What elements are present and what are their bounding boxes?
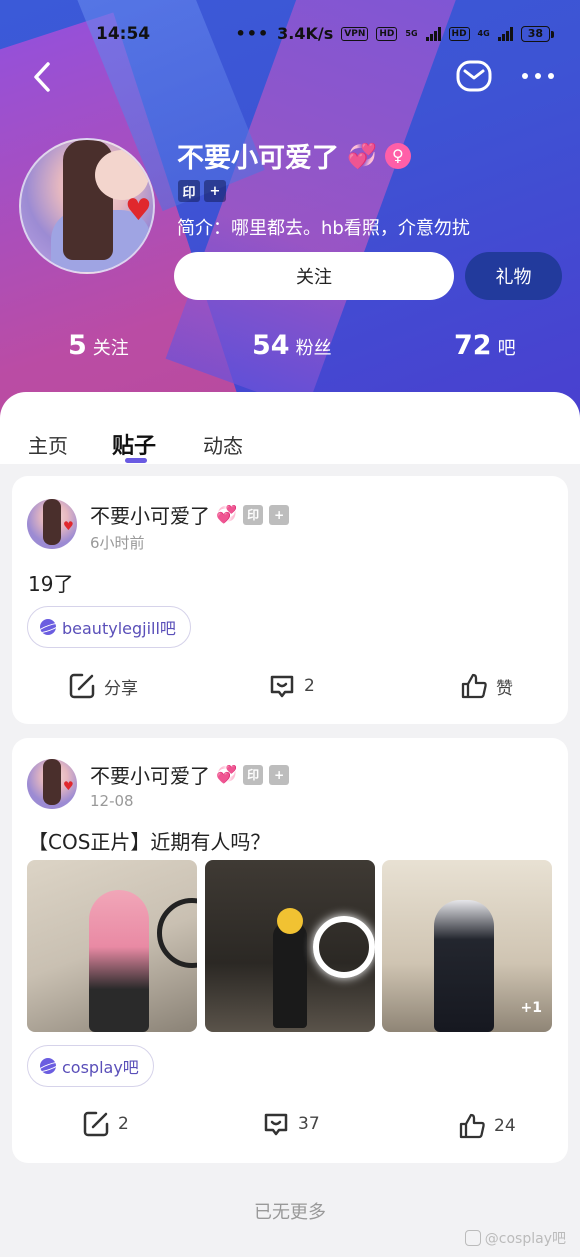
back-arrow-icon[interactable]: [30, 60, 60, 94]
profile-avatar[interactable]: ♥: [19, 138, 155, 274]
following-stat[interactable]: 5 关注: [68, 330, 129, 361]
post-card[interactable]: ♥ 不要小可爱了 💞 印 + 12-08 【COS正片】近期有人吗？ +1 co…: [12, 738, 568, 1163]
status-bar: 14:54 ••• 3.4K/s VPN HD 5G HD 4G 38: [0, 20, 580, 50]
tieba-stat[interactable]: 72 吧: [454, 330, 516, 361]
watermark: @cosplay吧: [464, 1228, 566, 1248]
watermark-icon: [464, 1230, 481, 1246]
tab-home[interactable]: 主页: [28, 430, 68, 459]
fans-stat[interactable]: 54 粉丝: [252, 330, 332, 361]
thumbs-up-icon: [459, 1113, 485, 1139]
no-more-text: 已无更多: [254, 1202, 326, 1223]
tab-indicator: [125, 458, 147, 463]
post-images: +1: [27, 860, 553, 1032]
profile-badges: 印 +: [178, 180, 226, 202]
post-author[interactable]: 不要小可爱了 💞 印 +: [90, 760, 290, 789]
comment-icon: [264, 1113, 288, 1136]
tieba-tag[interactable]: cosplay吧: [27, 1045, 154, 1087]
net-5g-label: 5G: [405, 29, 418, 38]
profile-tabs: 主页 贴子 动态: [0, 392, 580, 464]
post-image[interactable]: [205, 860, 375, 1032]
post-time: 12-08: [90, 792, 134, 810]
network-speed: 3.4K/s: [277, 24, 334, 43]
comment-icon: [270, 675, 294, 698]
sparkling-hearts-emoji: 💞: [347, 141, 377, 170]
post-avatar[interactable]: ♥: [27, 759, 77, 809]
post-card[interactable]: ♥ 不要小可爱了 💞 印 + 6小时前 19了 beautylegjill吧 分…: [12, 476, 568, 724]
signal-icon-2: [497, 26, 513, 41]
post-time: 6小时前: [90, 534, 145, 552]
sparkling-hearts-emoji: 💞: [216, 764, 238, 785]
nav-bar: [0, 58, 580, 98]
plus-badge: +: [269, 504, 290, 525]
yin-badge: 印: [243, 504, 264, 525]
share-icon: [83, 1111, 109, 1137]
comment-button[interactable]: 37: [262, 1110, 320, 1138]
thumbs-up-icon: [461, 673, 487, 699]
yin-badge[interactable]: 印: [178, 180, 200, 202]
vpn-icon: VPN: [341, 26, 369, 41]
tab-activity[interactable]: 动态: [203, 430, 243, 459]
hd-icon-2: HD: [448, 26, 470, 41]
net-4g-label: 4G: [477, 29, 490, 38]
signal-icon: [425, 26, 441, 41]
female-icon: ♀: [384, 142, 411, 169]
status-time: 14:54: [96, 24, 151, 44]
plus-badge[interactable]: +: [204, 180, 226, 202]
post-image[interactable]: +1: [382, 860, 552, 1032]
post-avatar[interactable]: ♥: [27, 499, 77, 549]
gift-button[interactable]: 礼物: [465, 252, 562, 300]
planet-icon: [40, 619, 56, 635]
follow-button[interactable]: 关注: [174, 252, 454, 300]
post-text[interactable]: 【COS正片】近期有人吗？: [28, 826, 270, 855]
share-button[interactable]: 分享: [68, 672, 138, 700]
post-image[interactable]: [27, 860, 197, 1032]
tab-posts[interactable]: 贴子: [112, 428, 156, 460]
profile-stats: 5 关注 54 粉丝 72 吧: [0, 330, 580, 374]
tieba-tag[interactable]: beautylegjill吧: [27, 606, 191, 648]
profile-header: 14:54 ••• 3.4K/s VPN HD 5G HD 4G 38 ♥ 不要…: [0, 0, 580, 430]
mail-icon[interactable]: [456, 60, 492, 92]
post-text[interactable]: 19了: [28, 568, 73, 597]
share-icon: [69, 673, 95, 699]
planet-icon: [40, 1058, 56, 1074]
sparkling-hearts-emoji: 💞: [216, 504, 238, 525]
comment-button[interactable]: 2: [268, 672, 315, 700]
post-author[interactable]: 不要小可爱了 💞 印 +: [90, 500, 290, 529]
yin-badge: 印: [243, 764, 264, 785]
plus-badge: +: [269, 764, 290, 785]
hd-icon: HD: [376, 26, 398, 41]
like-button[interactable]: 赞: [460, 672, 513, 700]
profile-bio: 简介：哪里都去。hb看照，介意勿扰: [177, 218, 470, 239]
more-images-count: +1: [520, 1000, 542, 1016]
more-options-icon[interactable]: [520, 66, 556, 86]
like-button[interactable]: 24: [458, 1112, 516, 1140]
share-button[interactable]: 2: [82, 1110, 129, 1138]
battery-icon: 38: [520, 25, 555, 42]
profile-name: 不要小可爱了 💞 ♀: [177, 136, 411, 175]
